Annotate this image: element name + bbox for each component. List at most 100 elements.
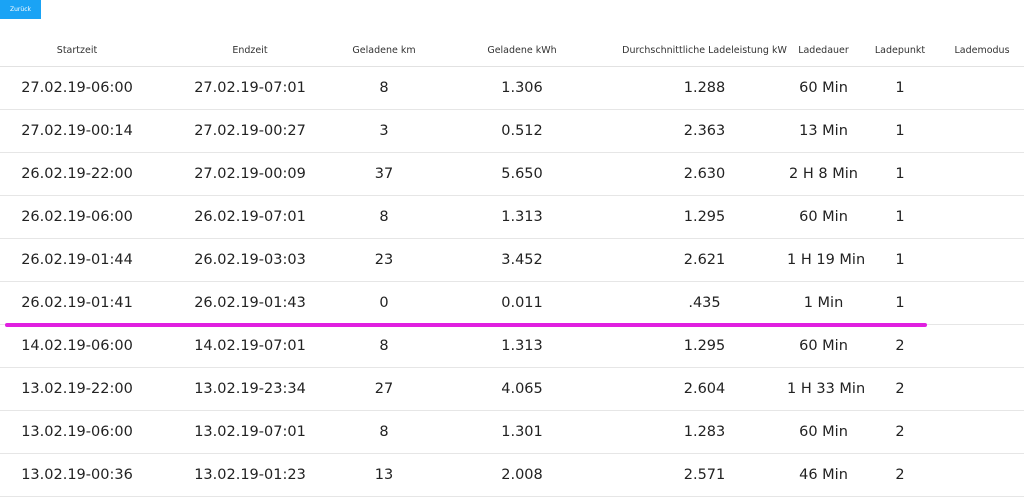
startzeit-cell: 13.02.19-22:00 [0, 367, 154, 411]
lademodus-cell [940, 238, 1024, 282]
column-header-ladedauer: Ladedauer [787, 34, 860, 67]
table-row: 26.02.19-22:00 27.02.19-00:09 37 5.650 2.630… [0, 152, 1024, 196]
ladepunkt-cell: 1 [860, 238, 940, 282]
geladene-kwh-cell: 0.512 [422, 109, 622, 153]
ladeleistung-cell: .435 [622, 281, 787, 325]
geladene-km-cell: 3 [346, 109, 422, 153]
table-row: 26.02.19-01:44 26.02.19-03:03 23 3.452 2.621… [0, 238, 1024, 282]
geladene-km-cell: 8 [346, 195, 422, 239]
charging-sessions-table: Startzeit Endzeit Geladene km Geladene k… [0, 34, 1024, 497]
ladepunkt-cell: 2 [860, 410, 940, 454]
column-header-ladeleistung: Durchschnittliche Ladeleistung kW [622, 34, 787, 67]
startzeit-cell: 27.02.19-06:00 [0, 66, 154, 110]
ladeleistung-cell: 2.621 [622, 238, 787, 282]
ladepunkt-cell: 1 [860, 152, 940, 196]
lademodus-cell [940, 324, 1024, 368]
column-header-geladene-kwh: Geladene kWh [422, 34, 622, 67]
ladedauer-cell: 1 H 33 Min [787, 367, 865, 411]
lademodus-cell [940, 152, 1024, 196]
geladene-km-cell: 27 [346, 367, 422, 411]
geladene-km-cell: 13 [346, 453, 422, 497]
lademodus-cell [940, 367, 1024, 411]
back-button[interactable]: Zurück [0, 0, 41, 19]
geladene-km-cell: 37 [346, 152, 422, 196]
table-row: 27.02.19-06:00 27.02.19-07:01 8 1.306 1.288 6… [0, 66, 1024, 110]
ladedauer-cell: 13 Min [787, 109, 860, 153]
startzeit-cell: 26.02.19-01:41 [0, 281, 154, 325]
startzeit-cell: 14.02.19-06:00 [0, 324, 154, 368]
table-row: 27.02.19-00:14 27.02.19-00:27 3 0.512 2.363 1… [0, 109, 1024, 153]
ladeleistung-cell: 1.295 [622, 324, 787, 368]
ladepunkt-cell: 2 [860, 453, 940, 497]
startzeit-cell: 26.02.19-01:44 [0, 238, 154, 282]
endzeit-cell: 26.02.19-01:43 [154, 281, 346, 325]
endzeit-cell: 14.02.19-07:01 [154, 324, 346, 368]
geladene-km-cell: 23 [346, 238, 422, 282]
ladepunkt-cell: 1 [860, 281, 940, 325]
ladeleistung-cell: 2.630 [622, 152, 787, 196]
column-header-ladepunkt: Ladepunkt [860, 34, 940, 67]
ladepunkt-cell: 2 [860, 324, 940, 368]
table-row: 13.02.19-06:00 13.02.19-07:01 8 1.301 1.283 6… [0, 410, 1024, 454]
endzeit-cell: 27.02.19-00:27 [154, 109, 346, 153]
geladene-kwh-cell: 1.301 [422, 410, 622, 454]
endzeit-cell: 26.02.19-03:03 [154, 238, 346, 282]
lademodus-cell [940, 410, 1024, 454]
lademodus-cell [940, 453, 1024, 497]
ladedauer-cell: 60 Min [787, 324, 860, 368]
startzeit-cell: 26.02.19-22:00 [0, 152, 154, 196]
ladedauer-cell: 60 Min [787, 66, 860, 110]
ladepunkt-cell: 1 [860, 195, 940, 239]
ladeleistung-cell: 2.604 [622, 367, 787, 411]
lademodus-cell [940, 66, 1024, 110]
geladene-kwh-cell: 3.452 [422, 238, 622, 282]
ladepunkt-cell: 2 [860, 367, 940, 411]
ladeleistung-cell: 1.295 [622, 195, 787, 239]
ladedauer-cell: 1 H 19 Min [787, 238, 865, 282]
table-body: 27.02.19-06:00 27.02.19-07:01 8 1.306 1.288 6… [0, 66, 1024, 497]
geladene-kwh-cell: 2.008 [422, 453, 622, 497]
startzeit-cell: 13.02.19-00:36 [0, 453, 154, 497]
endzeit-cell: 13.02.19-23:34 [154, 367, 346, 411]
table-row: 13.02.19-00:36 13.02.19-01:23 13 2.008 2.571… [0, 453, 1024, 497]
highlight-divider-line [5, 323, 927, 327]
lademodus-cell [940, 281, 1024, 325]
table-row: 26.02.19-06:00 26.02.19-07:01 8 1.313 1.295 6… [0, 195, 1024, 239]
ladeleistung-cell: 1.288 [622, 66, 787, 110]
ladedauer-cell: 46 Min [787, 453, 860, 497]
ladeleistung-cell: 1.283 [622, 410, 787, 454]
geladene-kwh-cell: 4.065 [422, 367, 622, 411]
geladene-km-cell: 0 [346, 281, 422, 325]
endzeit-cell: 13.02.19-07:01 [154, 410, 346, 454]
geladene-km-cell: 8 [346, 324, 422, 368]
ladedauer-cell: 60 Min [787, 410, 860, 454]
geladene-km-cell: 8 [346, 66, 422, 110]
startzeit-cell: 26.02.19-06:00 [0, 195, 154, 239]
ladeleistung-cell: 2.571 [622, 453, 787, 497]
startzeit-cell: 27.02.19-00:14 [0, 109, 154, 153]
endzeit-cell: 13.02.19-01:23 [154, 453, 346, 497]
ladedauer-cell: 60 Min [787, 195, 860, 239]
lademodus-cell [940, 195, 1024, 239]
column-header-lademodus: Lademodus [940, 34, 1024, 67]
geladene-kwh-cell: 1.313 [422, 324, 622, 368]
geladene-km-cell: 8 [346, 410, 422, 454]
table-row: 26.02.19-01:41 26.02.19-01:43 0 0.011.435 1 … [0, 281, 1024, 325]
table-row: 13.02.19-22:00 13.02.19-23:34 27 4.065 2.604… [0, 367, 1024, 411]
geladene-kwh-cell: 0.011 [422, 281, 622, 325]
endzeit-cell: 26.02.19-07:01 [154, 195, 346, 239]
ladedauer-cell: 2 H 8 Min [787, 152, 860, 196]
geladene-kwh-cell: 1.306 [422, 66, 622, 110]
table-header-row: Startzeit Endzeit Geladene km Geladene k… [0, 34, 1024, 67]
ladedauer-cell: 1 Min [787, 281, 860, 325]
column-header-endzeit: Endzeit [154, 34, 346, 67]
ladepunkt-cell: 1 [860, 109, 940, 153]
column-header-startzeit: Startzeit [0, 34, 154, 67]
table-row: 14.02.19-06:00 14.02.19-07:01 8 1.313 1.295 6… [0, 324, 1024, 368]
lademodus-cell [940, 109, 1024, 153]
ladeleistung-cell: 2.363 [622, 109, 787, 153]
geladene-kwh-cell: 1.313 [422, 195, 622, 239]
endzeit-cell: 27.02.19-07:01 [154, 66, 346, 110]
startzeit-cell: 13.02.19-06:00 [0, 410, 154, 454]
endzeit-cell: 27.02.19-00:09 [154, 152, 346, 196]
